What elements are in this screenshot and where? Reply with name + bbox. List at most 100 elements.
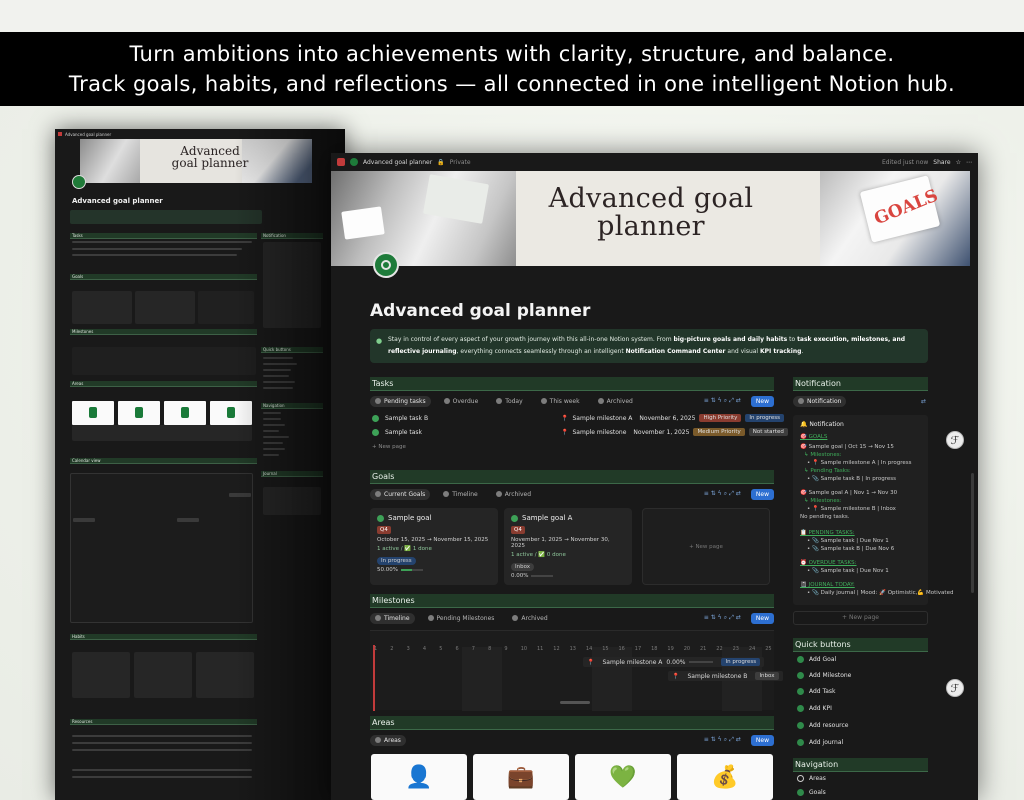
goals-new-button[interactable]: New [750,488,774,500]
add-milestone-button[interactable]: Add Milestone [797,672,851,679]
mini-nav-item [263,412,281,415]
timeline-day-number: 25 [765,646,772,652]
tab-archived[interactable]: Archived [491,489,536,500]
mini-section-quick-buttons: Quick buttons [261,347,323,353]
mini-section-habits: Habits [70,634,257,640]
target-icon[interactable] [373,252,399,278]
star-icon[interactable]: ☆ [956,159,961,166]
tab-timeline[interactable]: Timeline [370,612,415,624]
status-badge: In progress [745,414,785,422]
goal-progress-bar [531,574,554,577]
goal-new-page-card[interactable]: + New page [642,508,770,585]
timeline-scrollbar[interactable] [560,701,590,704]
add-goal-button[interactable]: Add Goal [797,656,836,663]
nav-label: Goals [809,789,826,796]
add-resource-button[interactable]: Add resource [797,722,848,729]
view-tools-icons[interactable]: ≡⇅ϟ⌕⤢⇄ [704,614,743,622]
notion-window: Advanced goal planner 🔒 Private Edited j… [331,153,978,800]
tab-label: Archived [606,397,633,405]
area-card[interactable]: 💰 [677,754,773,800]
tab-archived[interactable]: Archived [507,613,552,624]
archive-icon [597,398,604,404]
tab-overdue[interactable]: Overdue [439,396,484,407]
mini-shade-overlay [55,129,345,800]
milestone-bar[interactable]: 📍 Sample milestone A 0.00% In progress [583,657,765,667]
areas-new-button[interactable]: New [750,734,774,746]
breadcrumb-page[interactable]: Advanced goal planner [363,159,432,166]
timeline-day-number: 14 [585,646,593,652]
tab-pending-tasks[interactable]: Pending tasks [370,395,431,407]
timeline-day-number: 13 [569,646,576,652]
mini-sidebar-icon [58,132,62,136]
task-row[interactable]: Sample task B 📍 Sample milestone A Novem… [372,412,785,424]
callout-text: and visual [725,348,760,355]
page-cover: GOALS Advanced goal planner [331,171,970,266]
tab-timeline[interactable]: Timeline [438,489,483,500]
add-kpi-button[interactable]: Add KPI [797,705,832,712]
milestone-timeline-grid [370,630,774,711]
status-badge: In progress [721,658,761,666]
share-button[interactable]: Share [933,159,950,166]
milestone-progress-bar [689,661,714,663]
check-circle-icon[interactable] [372,428,379,436]
timeline-day-number: 21 [700,646,707,652]
tab-this-week[interactable]: This week [536,396,585,407]
view-tools-icons[interactable]: ≡⇅ϟ⌕⤢⇄ [704,397,743,405]
tab-pending-milestones[interactable]: Pending Milestones [423,613,500,624]
milestone-bar[interactable]: 📍 Sample milestone B Inbox [668,671,783,681]
section-navigation: Navigation [793,758,928,772]
tab-notification[interactable]: Notification [793,395,847,407]
weekend-shade [462,647,502,711]
view-tools-icons[interactable]: ≡⇅ϟ⌕⤢⇄ [704,490,743,498]
tab-archived[interactable]: Archived [593,396,638,407]
area-card[interactable]: 👤 [371,754,467,800]
task-row[interactable]: Sample task 📍 Sample milestone November … [372,426,788,438]
formula-fab-icon[interactable]: ℱ [946,431,964,449]
task-name: Sample task B [385,414,429,422]
tasks-new-button[interactable]: New [750,395,774,407]
check-circle-icon[interactable] [372,414,379,422]
mini-goal-card [135,291,195,324]
intro-callout: ● Stay in control of every aspect of you… [370,329,928,363]
mini-section-calendar: Calendar view [70,458,257,464]
nav-goals-link[interactable]: Goals [797,789,826,796]
mini-habit-card [196,652,254,698]
bookmark-icon [797,722,804,729]
notification-line: ↳ Milestones: [804,498,842,504]
page-scrollbar[interactable] [971,473,974,593]
sidebar-toggle-icon[interactable] [337,158,345,166]
heart-icon: 💚 [609,764,637,790]
button-label: Add journal [809,739,844,746]
milestones-new-button[interactable]: New [750,612,774,624]
banner-line-1: Turn ambitions into achievements with cl… [129,42,895,66]
warning-icon [443,398,450,404]
add-task-button[interactable]: Add Task [797,688,835,695]
goal-progress-text: 1 active / ✅ 0 done [511,552,566,558]
area-card[interactable]: 💚 [575,754,671,800]
goal-card[interactable]: Sample goal A Q4 November 1, 2025 → Nove… [504,508,632,585]
pin-icon: 📍 [561,414,569,422]
tab-areas[interactable]: Areas [370,734,406,746]
more-icon[interactable]: ⋯ [966,159,972,166]
tab-label: Pending tasks [384,397,426,405]
privacy-label[interactable]: Private [450,159,471,166]
tab-current-goals[interactable]: Current Goals [370,488,431,500]
button-label: Add Milestone [809,672,852,679]
goal-card[interactable]: Sample goal Q4 October 15, 2025 → Novemb… [370,508,498,585]
mini-quick-button [263,375,289,378]
goal-progress-bar [400,568,423,571]
area-card[interactable]: 💼 [473,754,569,800]
add-journal-button[interactable]: Add journal [797,739,843,746]
notification-line: 🎯 GOALS [800,434,828,440]
notification-new-page[interactable]: + New page [793,611,928,625]
nav-areas-link[interactable]: Areas [797,775,826,782]
formula-fab-icon[interactable]: ℱ [946,679,964,697]
tab-today[interactable]: Today [491,396,527,407]
tasks-new-page[interactable]: + New page [372,441,406,453]
mini-area-card [118,401,160,425]
view-tools-icons[interactable]: ≡⇅ϟ⌕⤢⇄ [704,736,743,744]
goal-percent: 50.00% [377,567,398,573]
mini-nav-item [263,424,285,427]
button-label: Add KPI [809,705,832,712]
settings-icon[interactable]: ⇄ [921,398,928,405]
